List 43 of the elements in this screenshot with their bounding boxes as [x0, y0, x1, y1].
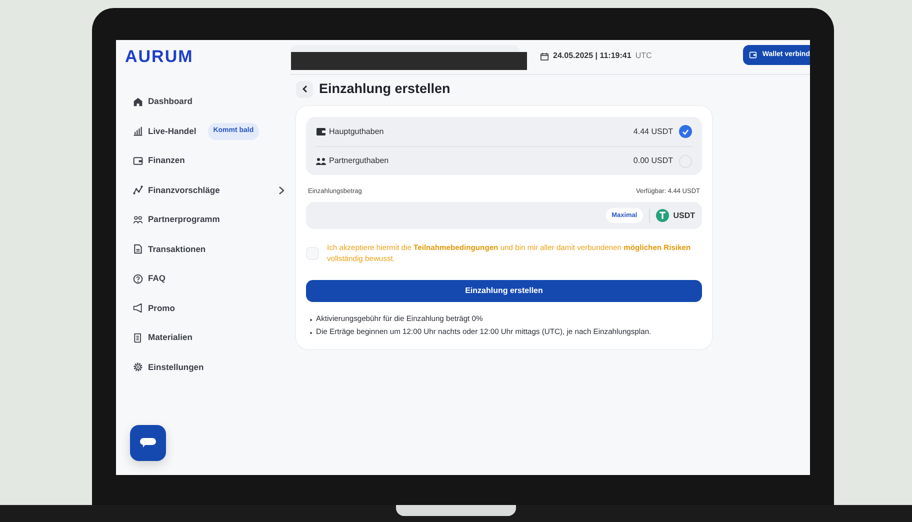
balance-label: Partnerguthaben [329, 155, 389, 168]
chevron-left-icon [302, 85, 308, 94]
chat-button[interactable] [130, 425, 166, 461]
balance-amount: 4.44 USDT [633, 126, 673, 138]
check-icon [682, 128, 689, 135]
balance-option[interactable]: Hauptguthaben 4.44 USDT [316, 117, 692, 146]
coin-icon [656, 209, 670, 222]
sidebar-item[interactable]: Transaktionen [125, 234, 290, 264]
currency-label: USDT [673, 210, 695, 222]
scroll-icon [133, 332, 143, 343]
people-icon [316, 156, 326, 166]
date-time: 24.05.2025 | 11:19:41 [553, 50, 632, 62]
calendar-icon [540, 52, 549, 60]
megaphone-icon [133, 303, 143, 314]
chevron-right-icon [278, 186, 285, 195]
create-deposit-button[interactable]: Einzahlung erstellen [306, 280, 702, 302]
wallet-icon [133, 156, 143, 166]
home-icon [133, 96, 143, 107]
wallet-icon [749, 51, 758, 59]
trend-line-icon [133, 185, 143, 196]
sidebar-item[interactable]: Promo [125, 294, 290, 323]
people-icon [133, 214, 143, 225]
chat-bubble-icon [139, 437, 157, 449]
document-icon [133, 244, 143, 254]
sidebar-item[interactable]: Partnerprogramm [125, 205, 290, 234]
sidebar-item[interactable]: Materialien [125, 323, 290, 352]
balance-label: Hauptguthaben [329, 126, 384, 138]
timezone-label: UTC [635, 50, 652, 62]
radio-button[interactable] [679, 125, 692, 138]
bar-chart-icon [133, 126, 143, 136]
page-title: Einzahlung erstellen [319, 80, 450, 98]
brand-logo: AURUM [125, 48, 194, 65]
sidebar-item[interactable]: Finanzvorschläge [125, 176, 290, 205]
gear-icon [133, 362, 143, 372]
balance-option[interactable]: Partnerguthaben 0.00 USDT [316, 146, 692, 176]
sidebar-item[interactable]: FAQ [125, 264, 290, 294]
back-button[interactable] [296, 80, 313, 98]
question-circle-icon [133, 274, 143, 284]
sidebar-item[interactable]: Dashboard [125, 87, 290, 116]
wallet-icon [316, 127, 326, 136]
sidebar-item[interactable]: Einstellungen [125, 352, 290, 382]
balance-amount: 0.00 USDT [633, 155, 673, 168]
sidebar-item[interactable]: Finanzen [125, 146, 290, 176]
